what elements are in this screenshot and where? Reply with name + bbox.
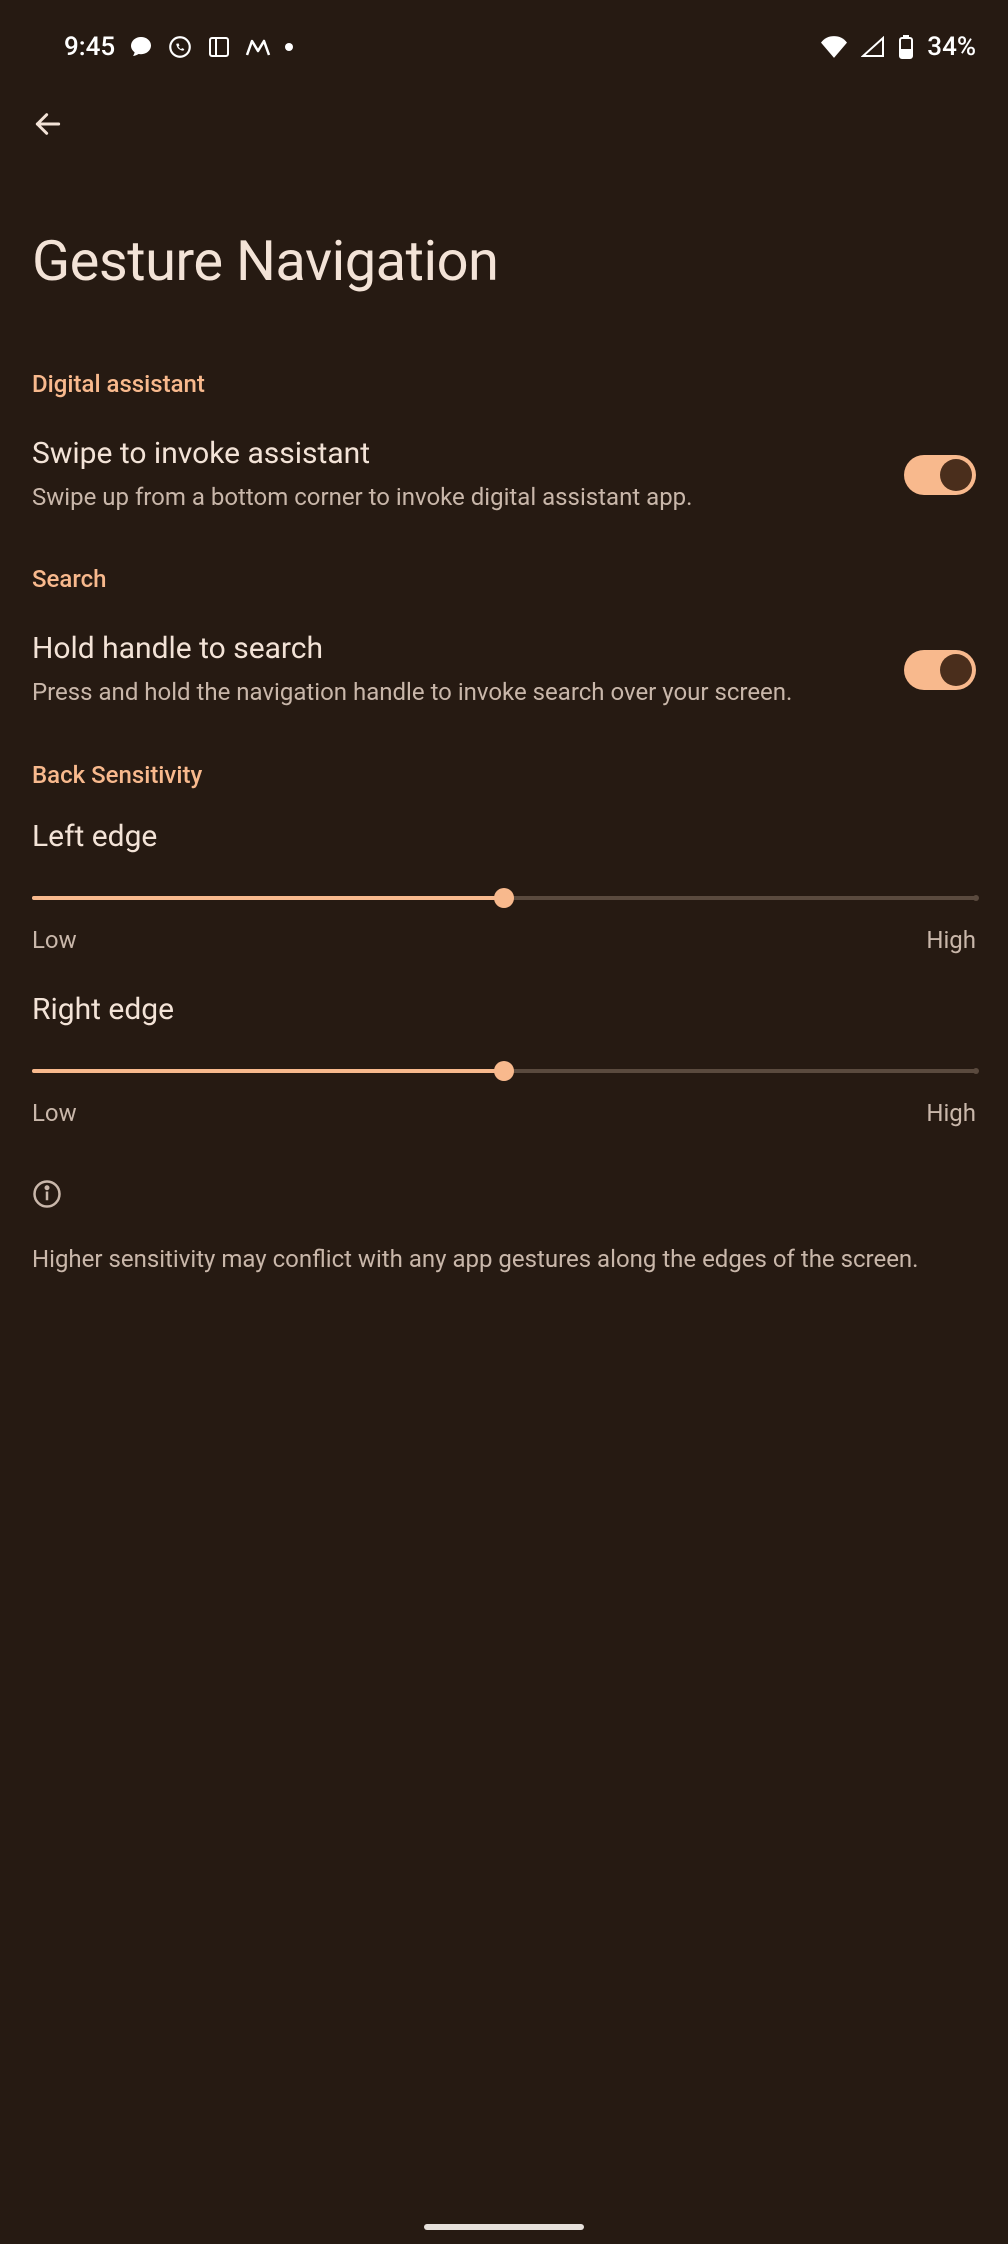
setting-hold-handle-search[interactable]: Hold handle to search Press and hold the… xyxy=(0,613,1008,748)
slider-high-label: High xyxy=(926,1099,976,1127)
toggle-knob xyxy=(940,459,972,491)
slider-fill xyxy=(32,896,504,900)
slider-high-label: High xyxy=(926,926,976,954)
arrow-back-icon xyxy=(32,108,64,140)
right-edge-slider[interactable] xyxy=(32,1069,976,1073)
toggle-knob xyxy=(940,654,972,686)
whatsapp-icon xyxy=(167,34,193,60)
status-bar: 9:45 34% xyxy=(0,0,1008,70)
section-header-search: Search xyxy=(0,553,1008,613)
app-icon xyxy=(207,35,231,59)
signal-icon xyxy=(861,36,885,58)
more-dot-icon xyxy=(285,43,293,51)
slider-thumb[interactable] xyxy=(494,1061,514,1081)
section-header-back-sensitivity: Back Sensitivity xyxy=(0,749,1008,809)
slider-title: Left edge xyxy=(32,819,976,854)
info-icon xyxy=(32,1179,62,1209)
setting-description: Swipe up from a bottom corner to invoke … xyxy=(32,481,880,513)
m-icon xyxy=(245,37,271,57)
setting-swipe-invoke-assistant[interactable]: Swipe to invoke assistant Swipe up from … xyxy=(0,418,1008,553)
status-time: 9:45 xyxy=(64,32,115,62)
slider-left-edge: Left edge Low High xyxy=(0,809,1008,982)
slider-title: Right edge xyxy=(32,992,976,1027)
slider-right-edge: Right edge Low High xyxy=(0,982,1008,1155)
setting-description: Press and hold the navigation handle to … xyxy=(32,676,880,708)
wifi-icon xyxy=(821,36,847,58)
slider-fill xyxy=(32,1069,504,1073)
left-edge-slider[interactable] xyxy=(32,896,976,900)
back-button[interactable] xyxy=(24,100,72,148)
chat-bubble-icon xyxy=(129,35,153,59)
toggle-swipe-assistant[interactable] xyxy=(904,455,976,495)
slider-thumb[interactable] xyxy=(494,888,514,908)
slider-low-label: Low xyxy=(32,1099,77,1127)
toggle-hold-search[interactable] xyxy=(904,650,976,690)
section-header-digital-assistant: Digital assistant xyxy=(0,358,1008,418)
slider-end-dot xyxy=(973,1068,979,1074)
battery-percent: 34% xyxy=(927,32,976,62)
setting-title: Swipe to invoke assistant xyxy=(32,436,880,471)
battery-icon xyxy=(899,35,913,59)
setting-title: Hold handle to search xyxy=(32,631,880,666)
page-title: Gesture Navigation xyxy=(0,148,1008,358)
slider-low-label: Low xyxy=(32,926,77,954)
slider-end-dot xyxy=(973,895,979,901)
info-text: Higher sensitivity may conflict with any… xyxy=(32,1243,976,1277)
info-block: Higher sensitivity may conflict with any… xyxy=(0,1155,1008,1301)
navigation-handle[interactable] xyxy=(424,2224,584,2230)
